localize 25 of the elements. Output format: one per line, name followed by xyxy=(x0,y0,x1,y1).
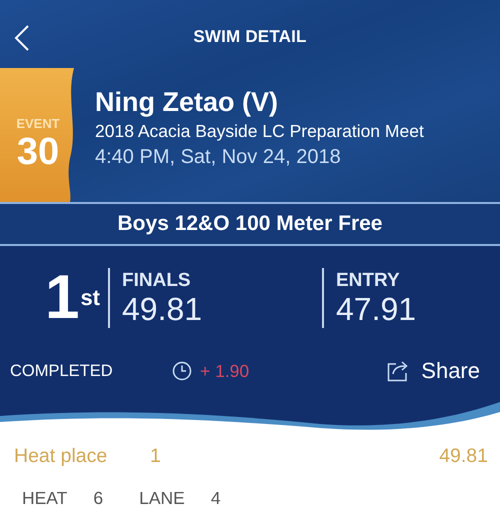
meet-datetime: 4:40 PM, Sat, Nov 24, 2018 xyxy=(95,146,342,169)
detail-value: 6 xyxy=(93,488,104,509)
event-label: EVENT xyxy=(16,116,60,130)
race-title-bar: Boys 12&O 100 Meter Free xyxy=(0,202,500,246)
swimmer-name: Ning Zetao (V) xyxy=(95,86,279,118)
event-number: 30 xyxy=(16,130,60,172)
detail-label: HEAT xyxy=(22,488,68,509)
heat-time: 49.81 xyxy=(439,445,488,468)
detail-value: 4 xyxy=(210,488,221,509)
time-value: 47.91 xyxy=(336,292,416,326)
time-value: 49.81 xyxy=(122,292,204,326)
status-text: COMPLETED xyxy=(10,362,114,380)
time-difference: + 1.90 xyxy=(200,360,250,382)
clock-icon xyxy=(172,361,192,381)
heat-place-value: 1 xyxy=(150,445,162,468)
detail-label: LANE xyxy=(139,488,185,509)
place-number: 1 xyxy=(44,267,76,329)
heat-place-label: Heat place xyxy=(14,445,108,468)
share-button[interactable]: Share xyxy=(387,358,490,384)
screen-title: SWIM DETAIL xyxy=(193,27,307,47)
time-label: FINALS xyxy=(122,270,192,292)
meet-name: 2018 Acacia Bayside LC Preparation Meet xyxy=(95,121,424,142)
time-label: ENTRY xyxy=(336,270,401,292)
place-suffix: st xyxy=(80,285,100,311)
back-icon[interactable] xyxy=(14,24,30,52)
